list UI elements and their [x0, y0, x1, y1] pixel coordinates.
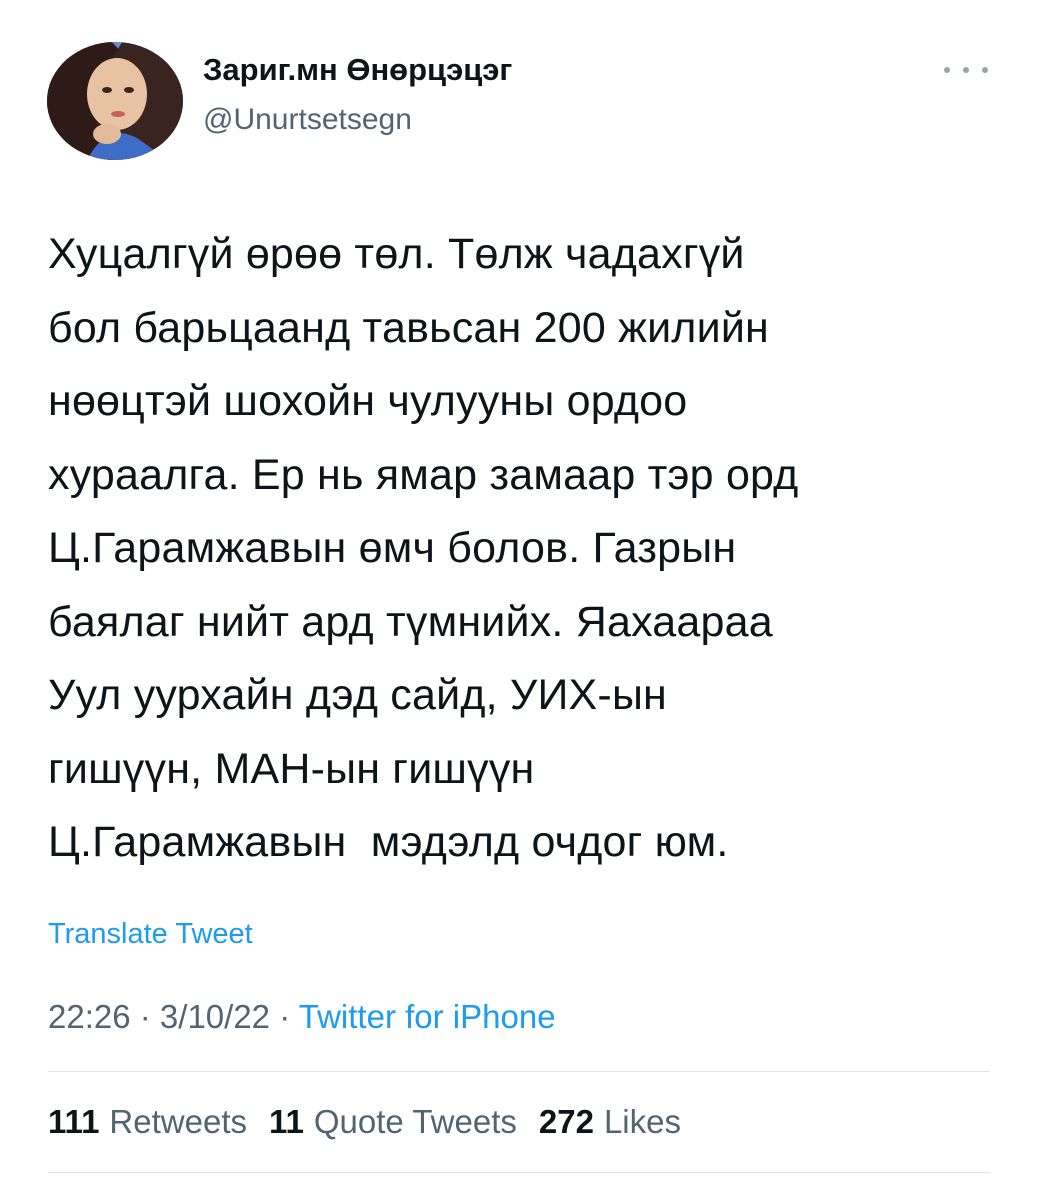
retweets-count: 111 [48, 1103, 100, 1140]
tweet-text-line: бол барьцаанд тавьсан 200 жилийн [48, 303, 769, 352]
tweet-text-line: нөөцтэй шохойн чулууны ордоо [48, 377, 688, 425]
tweet-date[interactable]: 3/10/22 [160, 998, 270, 1035]
tweet-text-line: Ц.Гарамжавын өмч болов. Газрын [48, 524, 737, 572]
more-dot [963, 67, 969, 73]
engagement-stats: 111 Retweets 11 Quote Tweets 272 Likes [48, 1103, 703, 1141]
tweet-text: Хуцалгүй өрөө төл. Төлж чадахгүй бол бар… [48, 218, 1008, 880]
tweet-text-line: Уул уурхайн дэд сайд, УИХ-ын [48, 671, 668, 719]
likes-stat[interactable]: 272 Likes [539, 1103, 681, 1141]
more-dot [944, 67, 950, 73]
retweets-stat[interactable]: 111 Retweets [48, 1103, 247, 1141]
meta-separator: · [270, 998, 299, 1035]
tweet-time[interactable]: 22:26 [48, 998, 131, 1035]
likes-count: 272 [538, 1103, 594, 1140]
translate-tweet-link[interactable]: Translate Tweet [48, 918, 253, 951]
tweet: Зариг.мн Өнөрцэцэг @Unurtsetsegn Хуцалгү… [0, 0, 1038, 1200]
user-handle[interactable]: @Unurtsetsegn [203, 103, 412, 137]
divider [48, 1071, 990, 1072]
meta-separator: · [130, 998, 160, 1035]
likes-label: Likes [603, 1103, 681, 1140]
avatar-photo [47, 42, 183, 160]
quote-tweets-label: Quote Tweets [313, 1103, 517, 1140]
tweet-text-line: Ц.Гарамжавын мэдэлд очдог юм. [48, 818, 729, 866]
tweet-metadata: 22:26 · 3/10/22 · Twitter for iPhone [48, 998, 556, 1036]
tweet-text-line: хураалга. Ер нь ямар замаар тэр орд [48, 450, 799, 499]
tweet-text-line: баялаг нийт ард түмнийх. Яахаараа [48, 597, 773, 646]
avatar[interactable] [47, 42, 183, 160]
more-dot [982, 67, 988, 73]
tweet-source-link[interactable]: Twitter for iPhone [299, 998, 556, 1035]
quote-tweets-count: 11 [268, 1103, 304, 1140]
display-name[interactable]: Зариг.мн Өнөрцэцэг [203, 52, 512, 88]
quote-tweets-stat[interactable]: 11 Quote Tweets [269, 1103, 517, 1141]
tweet-text-line: гишүүн, МАН-ын гишүүн [48, 744, 535, 793]
tweet-text-line: Хуцалгүй өрөө төл. Төлж чадахгүй [48, 230, 745, 278]
divider [48, 1172, 990, 1173]
retweets-label: Retweets [109, 1103, 247, 1140]
more-horizontal-icon[interactable] [944, 60, 988, 80]
